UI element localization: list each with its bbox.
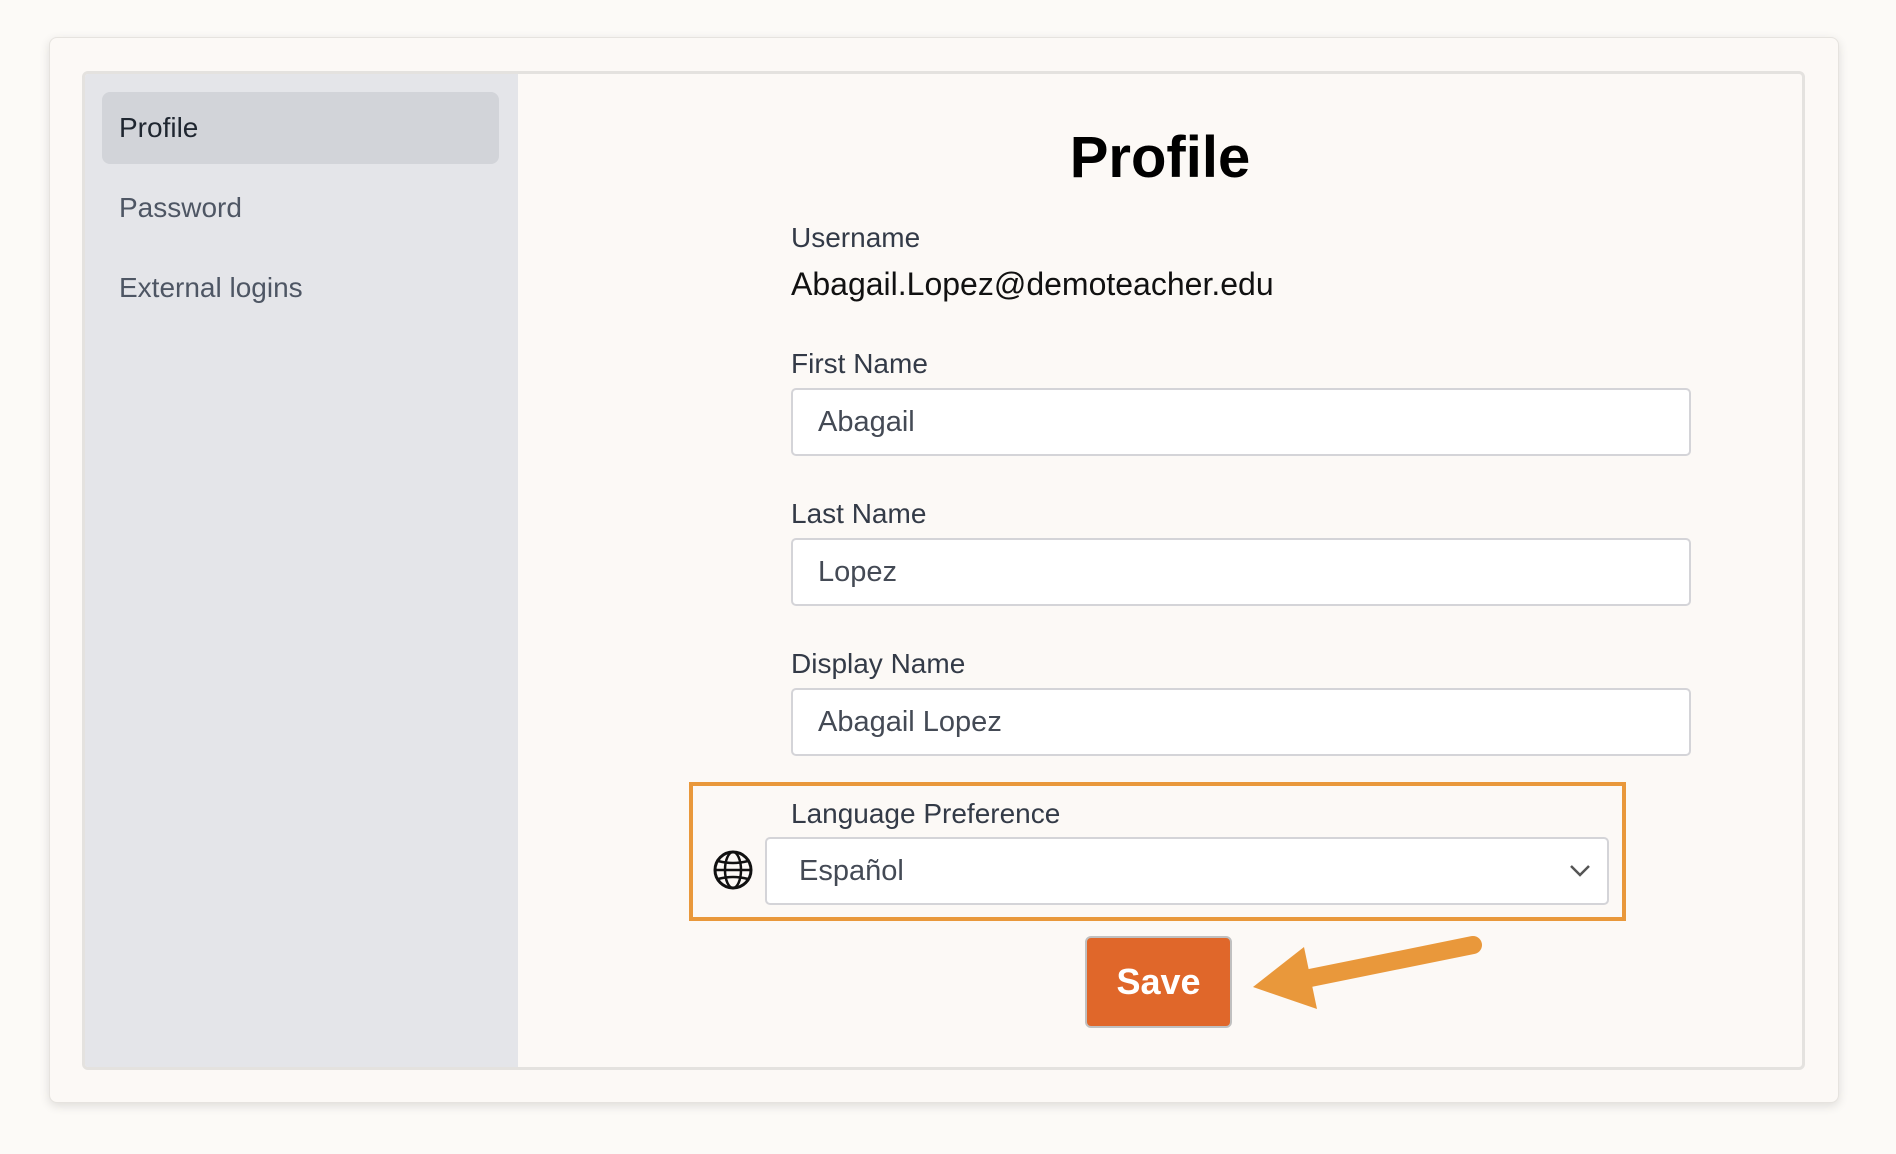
page-title: Profile — [1069, 125, 1251, 190]
first-name-field[interactable] — [791, 388, 1691, 456]
display-name-field[interactable] — [791, 688, 1691, 756]
chevron-down-icon — [1570, 865, 1590, 877]
username-value: Abagail.Lopez@demoteacher.edu — [791, 266, 1274, 302]
language-select[interactable]: Español — [765, 837, 1609, 905]
sidebar-item-label: Profile — [119, 112, 199, 143]
sidebar-item-profile[interactable]: Profile — [102, 92, 499, 164]
display-name-label: Display Name — [791, 648, 966, 679]
save-button-label: Save — [1116, 961, 1201, 1002]
pointer-arrow-icon — [1253, 936, 1482, 1009]
settings-sidebar: Profile Password External logins — [85, 74, 518, 1067]
username-label: Username — [791, 222, 921, 253]
sidebar-item-label: Password — [119, 192, 242, 223]
language-selected-value: Español — [799, 854, 904, 887]
sidebar-item-password[interactable]: Password — [102, 172, 499, 244]
sidebar-item-external-logins[interactable]: External logins — [102, 252, 499, 324]
settings-panel: Profile Password External logins Profile… — [82, 71, 1805, 1070]
last-name-field[interactable] — [791, 538, 1691, 606]
profile-main: Profile Username Abagail.Lopez@demoteach… — [518, 74, 1802, 1067]
language-preference-label: Language Preference — [791, 798, 1061, 829]
sidebar-item-label: External logins — [119, 272, 303, 303]
last-name-label: Last Name — [791, 498, 927, 529]
first-name-label: First Name — [791, 348, 928, 379]
save-button[interactable]: Save — [1085, 936, 1232, 1028]
globe-icon — [713, 850, 753, 890]
